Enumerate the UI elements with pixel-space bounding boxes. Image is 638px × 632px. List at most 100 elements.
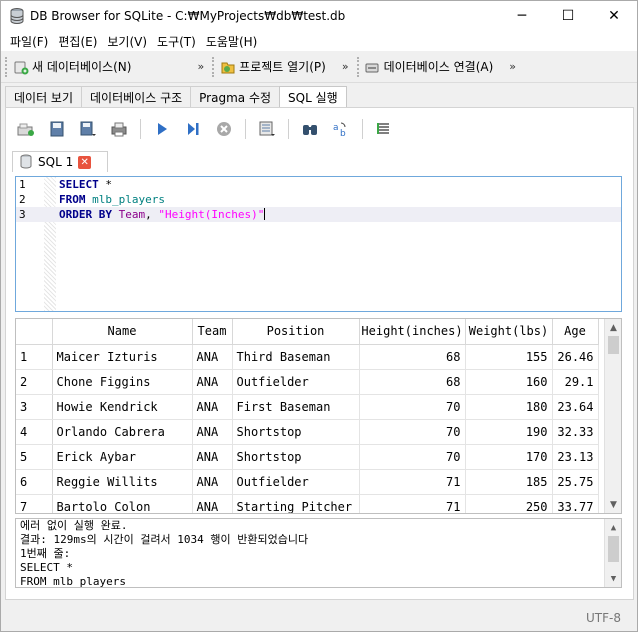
scroll-down-arrow-icon[interactable]: ▼ [605,496,621,513]
cell-weight[interactable]: 180 [465,394,553,420]
cell-team[interactable]: ANA [192,444,233,470]
results-grid[interactable]: Name Team Position Height(inches) Weight… [15,318,622,514]
sql-editor-tab[interactable]: SQL 1 ✕ [12,151,108,172]
cell-name[interactable]: Erick Aybar [52,444,193,470]
tab-execute-sql[interactable]: SQL 실행 [279,86,347,108]
sql-editor[interactable]: 1 SELECT * 2 FROM mlb_players 3 ORDER BY… [15,176,622,312]
cell-height[interactable]: 71 [359,469,466,495]
message-pane[interactable]: 에러 없이 실행 완료. 결과: 129ms의 시간이 걸려서 1034 행이 … [15,518,622,588]
scroll-up-arrow-icon[interactable]: ▲ [605,319,621,336]
tab-edit-pragmas[interactable]: Pragma 수정 [190,86,281,108]
row-number[interactable]: 6 [16,469,53,495]
execute-current-line-button[interactable] [183,119,203,139]
menu-help[interactable]: 도움말(H) [201,33,263,50]
row-number[interactable]: 1 [16,344,53,370]
tab-database-structure[interactable]: 데이터베이스 구조 [81,86,192,108]
cell-weight[interactable]: 185 [465,469,553,495]
cell-weight[interactable]: 170 [465,444,553,470]
table-row[interactable]: 2 Chone Figgins ANA Outfielder 68 160 29… [16,369,599,395]
cell-position[interactable]: Shortstop [232,444,360,470]
cell-weight[interactable]: 155 [465,344,553,370]
open-project-button[interactable]: 프로젝트 열기(P) [216,55,330,79]
cell-height[interactable]: 70 [359,394,466,420]
row-number[interactable]: 5 [16,444,53,470]
scroll-thumb[interactable] [608,536,619,562]
cell-team[interactable]: ANA [192,469,233,495]
maximize-button[interactable]: ☐ [545,1,591,31]
find-text-button[interactable] [300,119,320,139]
cell-team[interactable]: ANA [192,369,233,395]
cell-name[interactable]: Reggie Willits [52,469,193,495]
cell-name[interactable]: Chone Figgins [52,369,193,395]
cell-weight[interactable]: 160 [465,369,553,395]
cell-position[interactable]: Third Baseman [232,344,360,370]
menu-view[interactable]: 보기(V) [102,33,152,50]
cell-height[interactable]: 68 [359,344,466,370]
cell-age[interactable]: 25.75 [552,469,599,495]
column-header-weight[interactable]: Weight(lbs) [465,319,553,345]
cell-age[interactable]: 23.64 [552,394,599,420]
cell-height[interactable]: 68 [359,369,466,395]
cell-name[interactable]: Howie Kendrick [52,394,193,420]
scroll-thumb[interactable] [608,336,619,354]
cell-age[interactable]: 33.77 [552,494,599,513]
table-row[interactable]: 4 Orlando Cabrera ANA Shortstop 70 190 3… [16,419,599,445]
cell-age[interactable]: 29.1 [552,369,599,395]
comment-lines-button[interactable] [374,119,394,139]
stop-execution-button[interactable] [214,119,234,139]
cell-team[interactable]: ANA [192,419,233,445]
open-sql-file-button[interactable] [47,119,67,139]
scroll-up-arrow-icon[interactable]: ▲ [605,519,621,536]
table-row[interactable]: 6 Reggie Willits ANA Outfielder 71 185 2… [16,469,599,495]
column-header-name[interactable]: Name [52,319,193,345]
execute-all-button[interactable] [152,119,172,139]
cell-age[interactable]: 23.13 [552,444,599,470]
menu-edit[interactable]: 편집(E) [53,33,102,50]
tab-browse-data[interactable]: 데이터 보기 [5,86,83,108]
cell-position[interactable]: Outfielder [232,369,360,395]
find-replace-button[interactable]: a b [331,119,351,139]
results-scrollbar[interactable]: ▲ ▼ [604,319,621,513]
column-header-age[interactable]: Age [552,319,599,345]
scroll-down-arrow-icon[interactable]: ▼ [605,570,621,587]
menu-tools[interactable]: 도구(T) [152,33,201,50]
cell-age[interactable]: 32.33 [552,419,599,445]
row-number[interactable]: 7 [16,494,53,513]
save-results-button[interactable] [257,119,277,139]
cell-position[interactable]: Shortstop [232,419,360,445]
cell-height[interactable]: 70 [359,419,466,445]
cell-weight[interactable]: 190 [465,419,553,445]
attach-database-button[interactable]: 데이터베이스 연결(A) [361,55,498,79]
cell-height[interactable]: 70 [359,444,466,470]
toolbar-extension-3[interactable]: » [509,60,516,73]
cell-name[interactable]: Maicer Izturis [52,344,193,370]
close-tab-icon[interactable]: ✕ [78,155,92,169]
column-header-height[interactable]: Height(inches) [359,319,466,345]
cell-name[interactable]: Bartolo Colon [52,494,193,513]
cell-team[interactable]: ANA [192,394,233,420]
cell-team[interactable]: ANA [192,344,233,370]
menu-file[interactable]: 파일(F) [5,33,53,50]
row-number[interactable]: 2 [16,369,53,395]
table-row[interactable]: 1 Maicer Izturis ANA Third Baseman 68 15… [16,344,599,370]
message-scrollbar[interactable]: ▲ ▼ [604,519,621,587]
cell-name[interactable]: Orlando Cabrera [52,419,193,445]
column-header-team[interactable]: Team [192,319,233,345]
new-database-button[interactable]: 새 데이터베이스(N) [9,55,135,79]
table-row[interactable]: 3 Howie Kendrick ANA First Baseman 70 18… [16,394,599,420]
toolbar-extension-1[interactable]: » [197,60,204,73]
cell-weight[interactable]: 250 [465,494,553,513]
toolbar-extension-2[interactable]: » [342,60,349,73]
table-row[interactable]: 5 Erick Aybar ANA Shortstop 70 170 23.13 [16,444,599,470]
close-button[interactable]: ✕ [591,1,637,31]
cell-height[interactable]: 71 [359,494,466,513]
cell-age[interactable]: 26.46 [552,344,599,370]
table-row[interactable]: 7 Bartolo Colon ANA Starting Pitcher 71 … [16,494,599,513]
row-number[interactable]: 3 [16,394,53,420]
open-tab-button[interactable] [16,119,36,139]
cell-team[interactable]: ANA [192,494,233,513]
column-header-position[interactable]: Position [232,319,360,345]
row-number[interactable]: 4 [16,419,53,445]
save-sql-file-button[interactable] [78,119,98,139]
cell-position[interactable]: Starting Pitcher [232,494,360,513]
